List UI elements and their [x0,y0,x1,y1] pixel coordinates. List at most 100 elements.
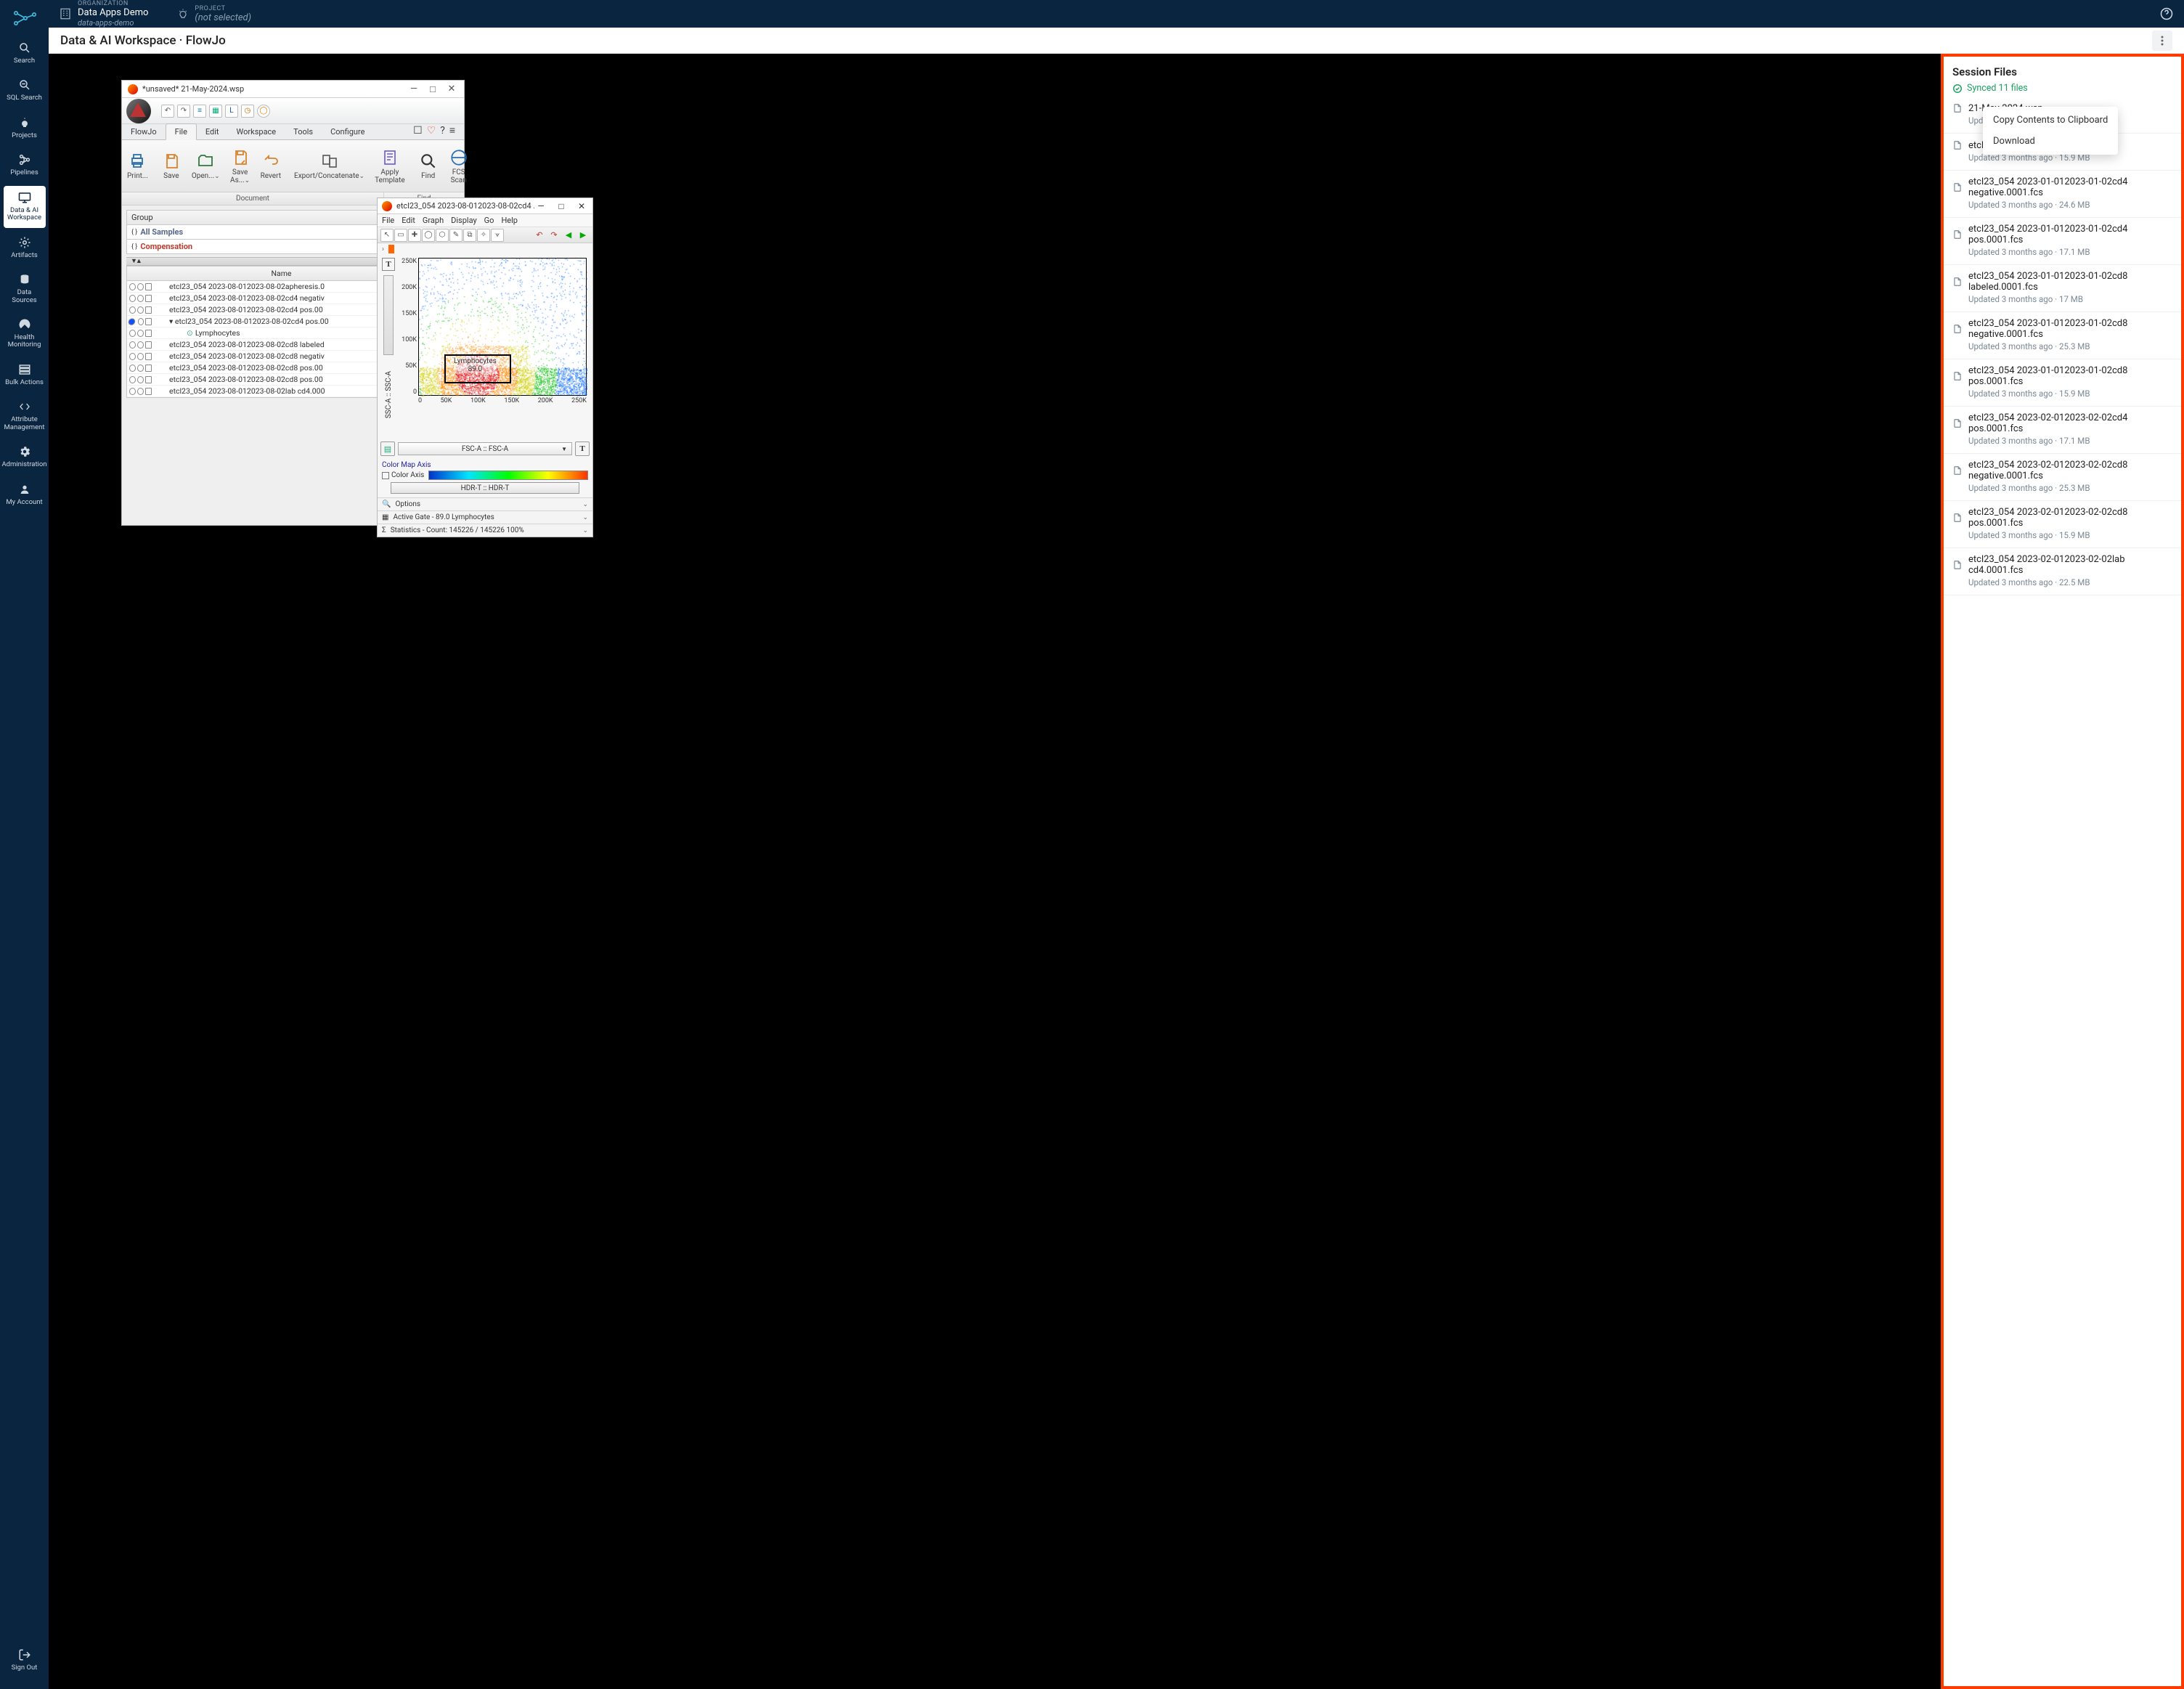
active-gate-row[interactable]: ▦Active Gate - 89.0 Lymphocytes⌄ [378,510,592,524]
scatter-plot[interactable]: Lymphocytes89.0 [418,258,587,396]
maximize-button[interactable]: □ [426,84,439,95]
sidebar-item-data-sources[interactable]: Data Sources [4,268,46,310]
tool-icon[interactable]: ↶ [161,105,174,118]
minimize-button[interactable]: — [534,201,547,211]
auto-tool[interactable]: ⟇ [491,229,504,242]
ribbon-tab-file[interactable]: File [166,123,197,140]
menu-icon[interactable]: ≡ [449,124,455,137]
sidebar-item-attribute-management[interactable]: Attribute Management [4,395,46,437]
print-button[interactable]: Print... [122,140,153,192]
app-logo[interactable] [10,7,39,29]
session-file-item[interactable]: etcl23_054 2023-02-012023-02-02cd8 negat… [1944,454,2181,501]
file-meta: Updated 3 months ago · 22.5 MB [1968,577,2172,587]
help-button[interactable] [2159,7,2174,21]
heart-icon[interactable]: ♡ [427,125,436,137]
template-button[interactable]: Apply Template [370,140,410,192]
maximize-button[interactable]: □ [555,201,568,211]
session-file-item[interactable]: etcl23_054 2023-01-012023-01-02cd4 pos.0… [1944,218,2181,265]
session-file-item[interactable]: etcl23_054 2023-01-012023-01-02cd4 negat… [1944,171,2181,218]
session-file-item[interactable]: etcl23_054 2023-01-012023-01-02cd8 label… [1944,265,2181,312]
close-button[interactable]: ✕ [445,84,458,95]
context-download[interactable]: Download [1983,131,2118,152]
overflow-menu-button[interactable] [2152,30,2172,51]
export-button[interactable]: Export/Concatenate [289,140,370,192]
ribbon-tab-flowjo[interactable]: FlowJo [122,124,166,139]
plot-settings-button[interactable]: ▤ [380,441,395,456]
sidebar-item-projects[interactable]: Projects [4,111,46,145]
tool-icon[interactable]: ▦ [209,105,222,118]
revert-button[interactable]: Revert [256,140,286,192]
context-copy-contents[interactable]: Copy Contents to Clipboard [1983,110,2118,131]
sidebar-item-artifacts[interactable]: Artifacts [4,231,46,265]
quad-gate-tool[interactable]: ✚ [408,229,421,242]
redo-button[interactable]: ↷ [547,229,561,242]
open-button[interactable]: Open... [187,140,225,192]
tool-icon[interactable]: L [225,105,238,118]
bookmark-icon[interactable]: ☐ [413,125,423,137]
undo-button[interactable]: ↶ [533,229,546,242]
color-axis-checkbox[interactable]: Color Axis [382,471,424,479]
file-name: etcl23_054 2023-02-012023-02-02cd8 negat… [1968,460,2172,481]
colormap-gradient[interactable] [428,471,588,480]
session-file-item[interactable]: etcl23_054 2023-02-012023-02-02cd8 pos.0… [1944,501,2181,548]
pencil-tool[interactable]: ✎ [449,229,463,242]
prev-button[interactable]: ◀ [562,229,575,242]
rect-gate-tool[interactable]: ▭ [394,229,407,242]
help-icon[interactable]: ? [440,125,445,137]
sidebar-item-search[interactable]: Search [4,36,46,70]
project-selector[interactable]: PROJECT (not selected) [177,5,251,23]
org-selector[interactable]: ORGANIZATION Data Apps Demo data-apps-de… [59,0,148,28]
sidebar-item-pipelines[interactable]: Pipelines [4,148,46,182]
menu-edit[interactable]: Edit [402,216,415,225]
page-header: Data & AI Workspace · FlowJo [49,28,2184,54]
text-tool-x[interactable]: T [575,441,590,456]
sidebar-item-data-ai-workspace[interactable]: Data & AI Workspace [4,186,46,228]
menu-go[interactable]: Go [484,216,494,225]
sidebar-item-my-account[interactable]: My Account [4,478,46,512]
menu-display[interactable]: Display [451,216,477,225]
tool-icon[interactable]: ◯ [257,105,270,118]
polygon-gate-tool[interactable]: ⬡ [436,229,449,242]
menu-graph[interactable]: Graph [423,216,444,225]
saveas-button[interactable]: Save As... [225,140,256,192]
sidebar-item-bulk-actions[interactable]: Bulk Actions [4,358,46,392]
ribbon-tab-configure[interactable]: Configure [322,124,373,139]
ribbon-tab-workspace[interactable]: Workspace [228,124,285,139]
text-tool-y[interactable]: T [382,258,395,271]
minimize-button[interactable]: — [407,84,420,95]
next-button[interactable]: ▶ [576,229,590,242]
scatter-titlebar[interactable]: etcl23_054 2023-08-012023-08-02cd4 ... —… [378,198,592,214]
link-tool[interactable]: ⧉ [463,229,476,242]
sidebar-signout[interactable]: Sign Out [4,1643,46,1677]
options-row[interactable]: 🔍Options⌄ [378,497,592,510]
gate-icon: ▦ [382,513,388,521]
magic-tool[interactable]: ✧ [477,229,490,242]
close-button[interactable]: ✕ [575,201,588,211]
ribbon-tab-tools[interactable]: Tools [285,124,322,139]
file-icon [1952,465,1963,476]
pointer-tool[interactable]: ↖ [380,229,394,242]
session-file-item[interactable]: etcl23_054 2023-01-012023-01-02cd8 negat… [1944,312,2181,359]
y-axis-control[interactable] [383,275,394,355]
x-axis-selector[interactable]: FSC-A :: FSC-A [398,442,572,455]
tool-icon[interactable]: ↷ [177,105,190,118]
scatter-toolbar: ↖ ▭ ✚ ◯ ⬡ ✎ ⧉ ✧ ⟇ ↶ ↷ ◀ ▶ [378,227,592,243]
colormap-parameter-selector[interactable]: HDR-T :: HDR-T [391,482,579,494]
fcs-scan-button[interactable]: FCS Scan [444,140,474,192]
session-file-item[interactable]: etcl23_054 2023-02-012023-02-02cd4 pos.0… [1944,407,2181,454]
session-file-item[interactable]: etcl23_054 2023-02-012023-02-02lab cd4.0… [1944,548,2181,595]
tool-icon[interactable]: ≡ [193,105,206,118]
find-button[interactable]: Find [413,140,444,192]
window-titlebar[interactable]: *unsaved* 21-May-2024.wsp — □ ✕ [122,81,464,98]
sidebar-item-administration[interactable]: Administration [4,440,46,474]
ellipse-gate-tool[interactable]: ◯ [422,229,435,242]
session-file-item[interactable]: etcl23_054 2023-01-012023-01-02cd8 pos.0… [1944,359,2181,407]
statistics-row[interactable]: ΣStatistics - Count: 145226 / 145226 100… [378,524,592,537]
ribbon-tab-edit[interactable]: Edit [197,124,228,139]
sidebar-item-health-monitoring[interactable]: Health Monitoring [4,313,46,355]
tool-icon[interactable]: ◷ [241,105,254,118]
save-button[interactable]: Save [156,140,187,192]
sidebar-item-sql-search[interactable]: SQL Search [4,73,46,107]
menu-file[interactable]: File [382,216,394,225]
menu-help[interactable]: Help [501,216,518,225]
